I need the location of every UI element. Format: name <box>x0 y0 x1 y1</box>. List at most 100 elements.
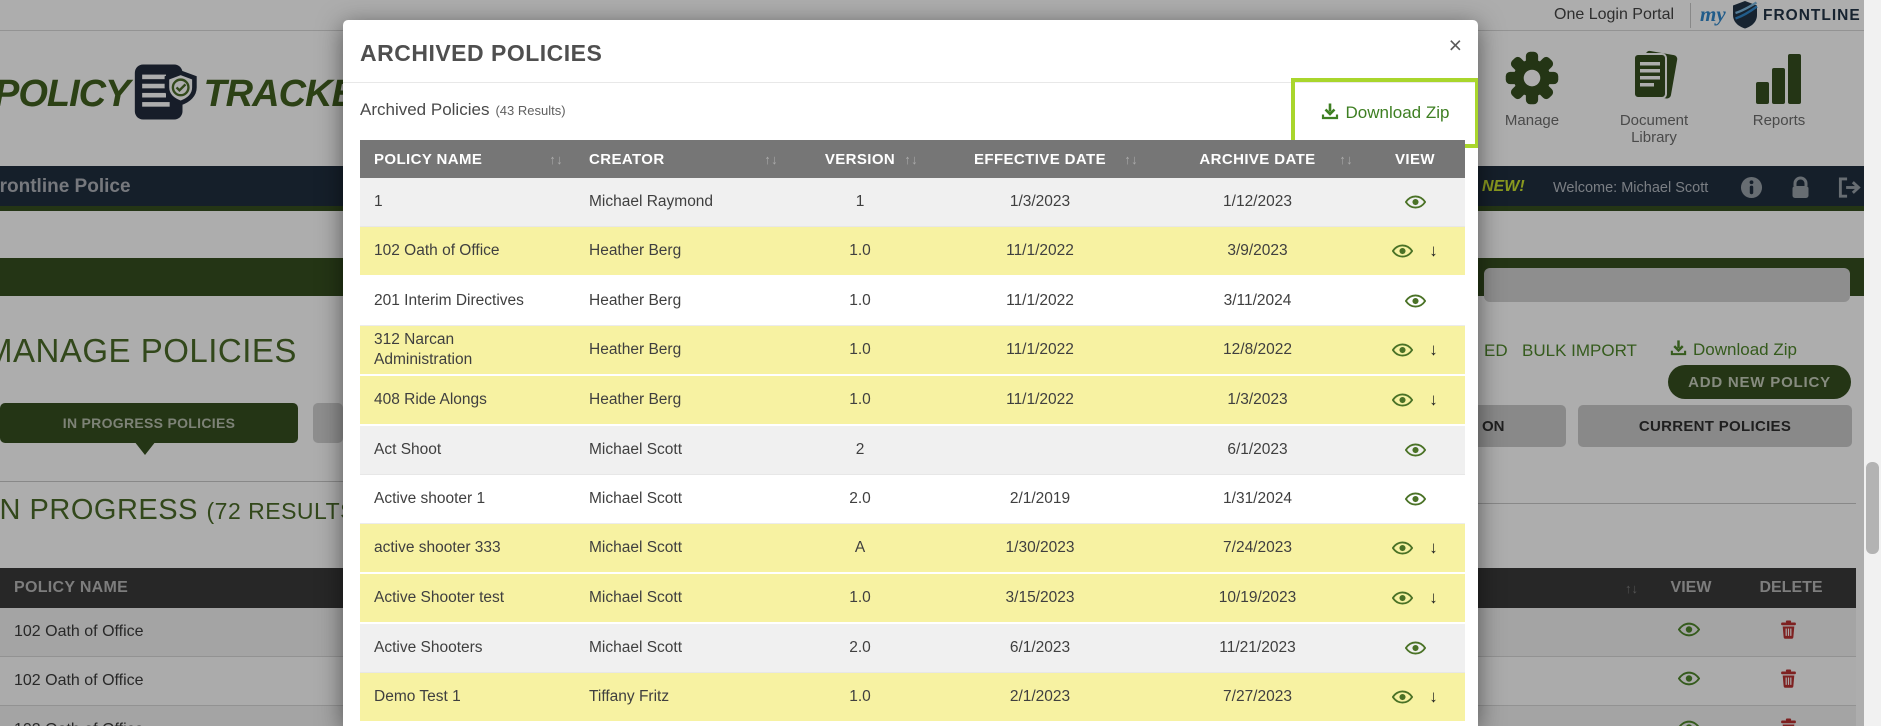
creator-cell: Michael Scott <box>589 639 683 656</box>
col-label: ARCHIVE DATE <box>1199 150 1316 168</box>
effective-date-cell: 11/1/2022 <box>1006 292 1074 309</box>
view-eye-icon[interactable] <box>1404 641 1426 655</box>
view-cell <box>1365 492 1465 506</box>
policy-name-cell: Active shooter 1 <box>360 489 575 509</box>
sort-icon[interactable]: ↑↓ <box>1124 152 1138 167</box>
view-eye-icon[interactable] <box>1392 541 1414 555</box>
col-version: VERSION ↑↓ <box>790 140 930 178</box>
modal-download-zip-link[interactable]: Download Zip <box>1321 102 1450 125</box>
policy-name-cell: 1 <box>360 192 575 212</box>
view-cell: ↓ <box>1365 390 1465 410</box>
col-label: CREATOR <box>589 150 665 168</box>
creator-cell: Heather Berg <box>589 292 682 309</box>
version-cell: 1.0 <box>849 589 871 606</box>
download-icon <box>1321 102 1339 125</box>
view-eye-icon[interactable] <box>1404 195 1426 209</box>
table-row: 201 Interim Directives Heather Berg 1.0 … <box>360 277 1465 326</box>
creator-cell: Michael Scott <box>589 490 683 507</box>
download-zip-highlight-box: Download Zip <box>1291 78 1478 148</box>
scrollbar-thumb[interactable] <box>1866 462 1879 554</box>
effective-date-cell: 1/30/2023 <box>1005 539 1075 556</box>
col-label: POLICY NAME <box>374 150 483 168</box>
version-cell: 1 <box>855 193 865 210</box>
version-cell: A <box>854 539 866 556</box>
policy-name-text: Demo Test 1 <box>374 688 461 705</box>
view-eye-icon[interactable] <box>1392 690 1414 704</box>
view-eye-icon[interactable] <box>1392 244 1414 258</box>
version-cell: 1.0 <box>849 688 871 705</box>
modal-download-zip-label: Download Zip <box>1345 103 1450 122</box>
archive-date-cell: 10/19/2023 <box>1218 589 1297 606</box>
policy-name-text: 1 <box>374 193 383 210</box>
policy-name-cell: Active Shooters <box>360 638 575 658</box>
view-cell: ↓ <box>1365 241 1465 261</box>
view-eye-icon[interactable] <box>1392 393 1414 407</box>
sort-icon[interactable]: ↑↓ <box>904 152 918 167</box>
modal-subtitle-text: Archived Policies <box>360 100 490 119</box>
archive-date-cell: 7/27/2023 <box>1223 688 1292 705</box>
archive-date-cell: 7/24/2023 <box>1223 539 1292 556</box>
scrollbar-track[interactable] <box>1864 0 1881 726</box>
view-eye-icon[interactable] <box>1404 294 1426 308</box>
col-effective-date: EFFECTIVE DATE ↑↓ <box>930 140 1150 178</box>
effective-date-cell: 11/1/2022 <box>1006 341 1074 358</box>
policy-name-cell: Act Shoot <box>360 440 575 460</box>
creator-cell: Heather Berg <box>589 242 682 259</box>
sort-icon[interactable]: ↑↓ <box>1339 152 1353 167</box>
col-archive-date: ARCHIVE DATE ↑↓ <box>1150 140 1365 178</box>
policy-name-cell: Demo Test 1 <box>360 687 575 707</box>
creator-cell: Michael Scott <box>589 441 683 458</box>
modal-subtitle-count: (43 Results) <box>495 103 566 118</box>
archive-date-cell: 1/3/2023 <box>1227 391 1288 408</box>
archive-date-cell: 1/31/2024 <box>1223 490 1292 507</box>
version-cell: 1.0 <box>849 242 871 259</box>
creator-cell: Heather Berg <box>589 341 682 358</box>
policy-name-text: active shooter 333 <box>374 539 501 556</box>
effective-date-cell: 3/15/2023 <box>1005 589 1075 606</box>
archive-date-cell: 12/8/2022 <box>1223 341 1292 358</box>
view-cell <box>1365 195 1465 209</box>
archive-date-cell: 3/9/2023 <box>1227 242 1288 259</box>
table-row: Demo Test 1 Tiffany Fritz 1.0 2/1/2023 7… <box>360 673 1465 723</box>
col-view: VIEW <box>1365 140 1465 178</box>
download-arrow-icon[interactable]: ↓ <box>1429 538 1438 558</box>
col-label: EFFECTIVE DATE <box>974 150 1106 168</box>
table-row: active shooter 333 Michael Scott A 1/30/… <box>360 524 1465 574</box>
download-arrow-icon[interactable]: ↓ <box>1429 687 1438 707</box>
version-cell: 2.0 <box>849 639 871 656</box>
view-eye-icon[interactable] <box>1404 443 1426 457</box>
download-arrow-icon[interactable]: ↓ <box>1429 588 1438 608</box>
view-eye-icon[interactable] <box>1404 492 1426 506</box>
version-cell: 1.0 <box>849 341 871 358</box>
sort-icon[interactable]: ↑↓ <box>764 152 778 167</box>
table-row: Active Shooters Michael Scott 2.0 6/1/20… <box>360 624 1465 673</box>
view-cell <box>1365 294 1465 308</box>
modal-subtitle: Archived Policies (43 Results) <box>360 100 566 120</box>
policy-name-cell: active shooter 333 <box>360 538 575 558</box>
version-cell: 2.0 <box>849 490 871 507</box>
policy-name-cell: 408 Ride Alongs <box>360 390 575 410</box>
policy-name-cell: 312 Narcan Administration <box>360 330 575 370</box>
policy-name-cell: Active Shooter test <box>360 588 575 608</box>
policy-name-text: Active Shooters <box>374 639 483 656</box>
effective-date-cell: 2/1/2019 <box>1009 490 1071 507</box>
close-icon[interactable]: × <box>1449 34 1462 57</box>
sort-icon[interactable]: ↑↓ <box>549 152 563 167</box>
modal-table-rows: 1 Michael Raymond 1 1/3/2023 1/12/2023 1… <box>360 178 1465 723</box>
archive-date-cell: 6/1/2023 <box>1227 441 1288 458</box>
view-cell: ↓ <box>1365 538 1465 558</box>
download-arrow-icon[interactable]: ↓ <box>1429 390 1438 410</box>
version-cell: 1.0 <box>849 391 871 408</box>
table-row: 312 Narcan Administration Heather Berg 1… <box>360 326 1465 376</box>
effective-date-cell: 6/1/2023 <box>1009 639 1071 656</box>
download-arrow-icon[interactable]: ↓ <box>1429 340 1438 360</box>
view-eye-icon[interactable] <box>1392 591 1414 605</box>
policy-name-text: 102 Oath of Office <box>374 242 500 259</box>
policy-name-text: Act Shoot <box>374 441 442 458</box>
view-cell <box>1365 641 1465 655</box>
view-eye-icon[interactable] <box>1392 343 1414 357</box>
download-arrow-icon[interactable]: ↓ <box>1429 241 1438 261</box>
creator-cell: Heather Berg <box>589 391 682 408</box>
creator-cell: Michael Raymond <box>589 193 714 210</box>
col-label: VERSION <box>824 150 896 168</box>
